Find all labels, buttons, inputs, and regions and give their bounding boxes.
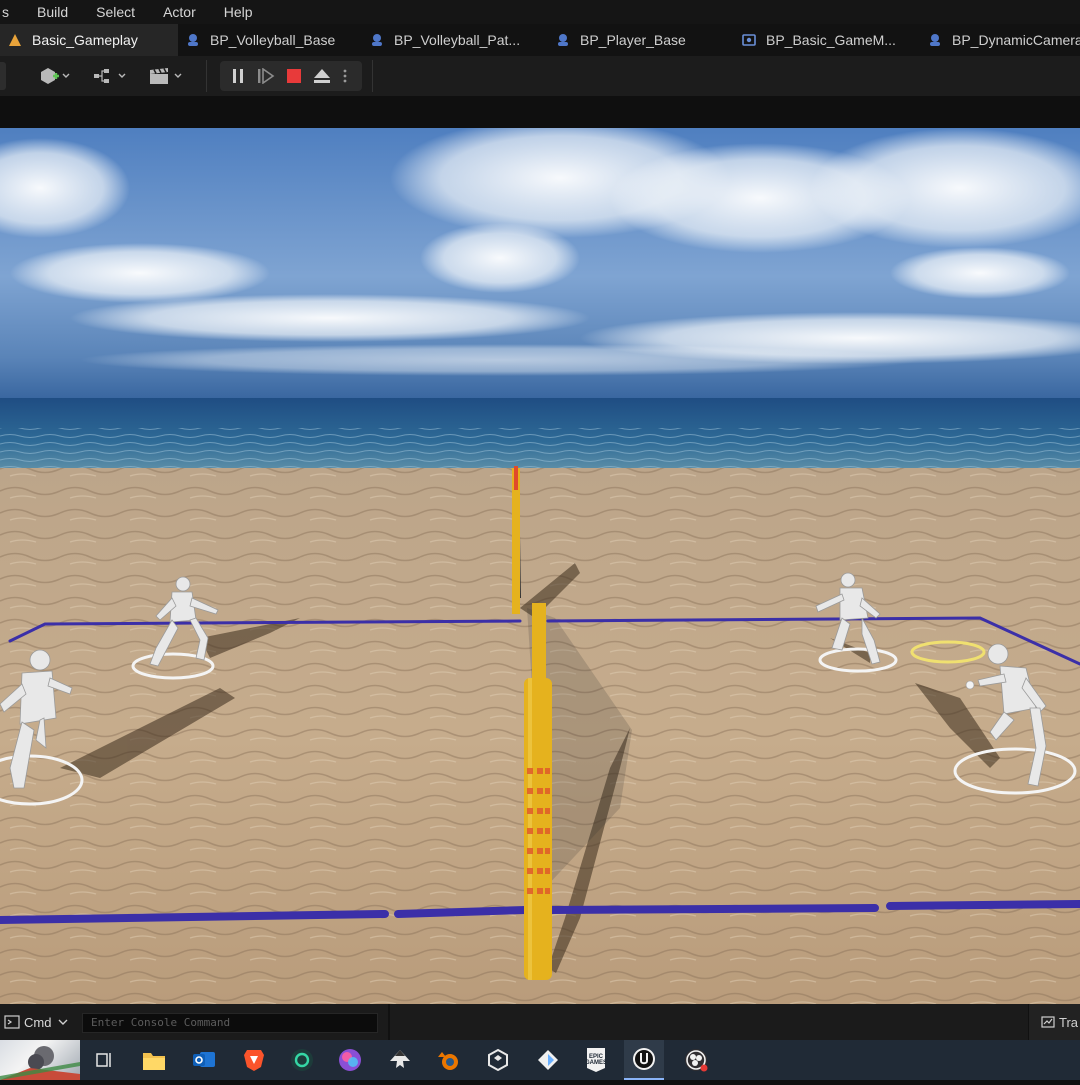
chevron-down-icon	[58, 1019, 68, 1025]
menu-item-build[interactable]: Build	[23, 4, 82, 20]
app-diamond-icon	[538, 1050, 558, 1070]
tab-bp-volleyball-base[interactable]: BP_Volleyball_Base	[178, 24, 362, 56]
trace-button[interactable]: Tra	[1028, 1004, 1080, 1040]
status-separator	[388, 1004, 390, 1040]
level-icon	[9, 34, 21, 46]
toolbar-separator	[206, 60, 207, 92]
blender-icon	[438, 1052, 458, 1070]
inkscape-icon	[390, 1050, 410, 1068]
trace-icon	[1041, 1016, 1055, 1028]
blueprint-icon	[930, 34, 940, 46]
file-explorer-button[interactable]	[142, 1048, 166, 1072]
task-view-button[interactable]	[92, 1048, 116, 1072]
app-button[interactable]	[290, 1048, 314, 1072]
menu-bar: s Build Select Actor Help	[0, 0, 1080, 24]
tab-label: Basic_Gameplay	[32, 32, 138, 48]
menu-item-help[interactable]: Help	[210, 4, 267, 20]
brave-browser-button[interactable]	[242, 1048, 266, 1072]
outlook-button[interactable]	[192, 1048, 216, 1072]
main-toolbar	[0, 56, 1080, 96]
epic-label-line2: GAMES	[585, 1060, 607, 1066]
trace-label: Tra	[1059, 1014, 1079, 1030]
outlook-icon	[193, 1052, 215, 1067]
color-app-icon	[339, 1049, 361, 1071]
play-controls	[220, 61, 362, 91]
menu-item-partial[interactable]: s	[0, 4, 23, 20]
eject-icon	[314, 69, 330, 83]
viewport-header-strip	[0, 96, 1080, 128]
terminal-icon	[4, 1015, 20, 1029]
blueprint-icon	[558, 34, 568, 46]
status-bar: Cmd Enter Console Command Tra	[0, 1004, 1080, 1040]
tab-label: BP_Volleyball_Base	[210, 32, 336, 48]
diamond-app-button[interactable]	[536, 1048, 560, 1072]
file-explorer-icon	[143, 1053, 165, 1070]
unity-icon	[488, 1048, 508, 1072]
add-actor-icon	[41, 68, 70, 84]
blueprint-menu-icon	[94, 69, 126, 83]
unreal-engine-icon	[633, 1048, 655, 1070]
stop-button[interactable]	[284, 66, 304, 86]
os-taskbar: EPIC GAMES	[0, 1040, 1080, 1080]
tab-bp-basic-gamemode[interactable]: BP_Basic_GameM...	[734, 24, 920, 56]
unity-button[interactable]	[486, 1048, 510, 1072]
stop-icon	[287, 69, 301, 83]
brave-icon	[244, 1050, 264, 1071]
menu-item-select[interactable]: Select	[82, 4, 149, 20]
pause-button[interactable]	[228, 66, 248, 86]
mode-selector-edge[interactable]	[0, 62, 6, 90]
blueprint-icon	[372, 34, 382, 46]
epic-games-button[interactable]: EPIC GAMES	[584, 1048, 608, 1072]
app-icon	[291, 1049, 313, 1071]
frame-advance-icon	[258, 68, 275, 84]
tab-label: BP_DynamicCamera	[952, 32, 1080, 48]
widgets-thumbnail[interactable]	[0, 1040, 80, 1080]
console-command-input[interactable]: Enter Console Command	[82, 1013, 378, 1033]
more-options-icon	[343, 69, 347, 83]
add-actor-button[interactable]	[38, 64, 72, 88]
blueprints-menu-button[interactable]	[92, 64, 130, 88]
task-view-icon	[96, 1053, 111, 1067]
console-type-selector[interactable]: Cmd	[4, 1015, 69, 1030]
tab-bp-player-base[interactable]: BP_Player_Base	[548, 24, 734, 56]
toolbar-separator	[372, 60, 373, 92]
blender-button[interactable]	[436, 1048, 460, 1072]
gamemode-icon	[742, 34, 756, 46]
obs-button[interactable]	[684, 1048, 708, 1072]
volleyball	[965, 680, 975, 690]
level-viewport[interactable]	[0, 128, 1080, 1004]
tab-basic-gameplay[interactable]: Basic_Gameplay	[0, 24, 178, 56]
blueprint-icon	[188, 34, 198, 46]
pause-icon	[233, 69, 243, 83]
tab-bp-volleyball-pat[interactable]: BP_Volleyball_Pat...	[362, 24, 548, 56]
menu-item-actor[interactable]: Actor	[149, 4, 210, 20]
tab-label: BP_Volleyball_Pat...	[394, 32, 521, 48]
inkscape-button[interactable]	[388, 1048, 412, 1072]
epic-games-icon: EPIC GAMES	[585, 1048, 607, 1072]
unreal-engine-button[interactable]	[624, 1040, 664, 1080]
tab-bp-dynamic-camera[interactable]: BP_DynamicCamera	[920, 24, 1080, 56]
widget-image	[0, 1046, 80, 1080]
eject-button[interactable]	[312, 66, 332, 86]
clapperboard-icon	[150, 68, 182, 84]
play-options-button[interactable]	[338, 66, 352, 86]
obs-icon	[685, 1049, 708, 1072]
document-tab-bar: Basic_Gameplay BP_Volleyball_Base BP_Vol…	[0, 24, 1080, 56]
net-pole-far	[512, 466, 520, 614]
tab-label: BP_Basic_GameM...	[766, 32, 896, 48]
frame-advance-button[interactable]	[256, 66, 276, 86]
color-app-button[interactable]	[338, 1048, 362, 1072]
tab-label: BP_Player_Base	[580, 32, 686, 48]
cmd-label: Cmd	[24, 1014, 52, 1030]
cinematics-menu-button[interactable]	[148, 64, 186, 88]
viewport-scene	[0, 128, 1080, 1004]
